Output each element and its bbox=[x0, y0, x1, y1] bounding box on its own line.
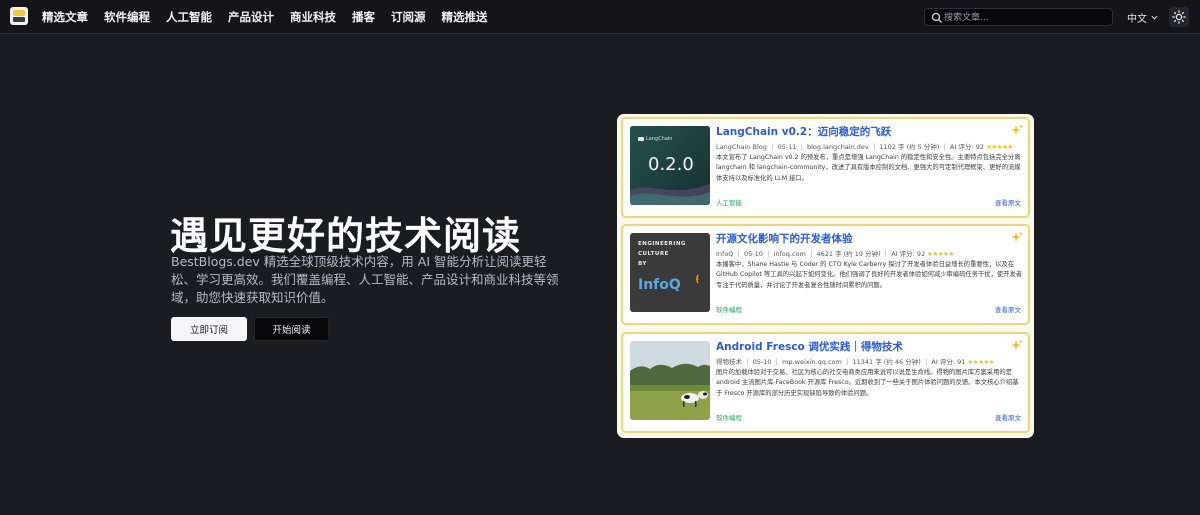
sparkle-icon bbox=[1011, 231, 1023, 242]
article-card[interactable]: Android Fresco 调优实践｜得物技术 得物技术 ｜ 05-10 ｜ … bbox=[621, 332, 1030, 433]
language-selector[interactable]: 中文 bbox=[1127, 10, 1158, 25]
nav-item-business-tech[interactable]: 商业科技 bbox=[290, 9, 336, 25]
article-meta-text: 得物技术 ｜ 05-10 ｜ mp.weixin.qq.com ｜ 11341 … bbox=[716, 358, 968, 366]
subscribe-button[interactable]: 立即订阅 bbox=[171, 317, 247, 341]
article-summary: 图片的加载体验对于交易、社区为核心的社交电商类应用来说可以说是生命线。得物的图片… bbox=[716, 369, 1019, 397]
category-tag[interactable]: 软件编程 bbox=[716, 304, 742, 314]
version-label: 0.2.0 bbox=[648, 154, 694, 175]
theme-toggle-button[interactable] bbox=[1169, 7, 1189, 27]
article-summary: 本播客中，Shane Hastie 与 Coder 的 CTO Kyle Car… bbox=[716, 261, 1023, 289]
article-meta-text: LangChain Blog ｜ 05-11 ｜ blog.langchain.… bbox=[716, 143, 987, 151]
article-title[interactable]: LangChain v0.2：迈向稳定的飞跃 bbox=[716, 124, 891, 139]
sparkle-icon bbox=[1011, 339, 1023, 350]
category-tag[interactable]: 人工智能 bbox=[716, 197, 742, 207]
article-thumbnail: LangChain 0.2.0 bbox=[630, 126, 710, 205]
sparkle-icon bbox=[1011, 124, 1023, 135]
article-meta: InfoQ ｜ 05-10 ｜ infoq.com ｜ 4621 字 (约 19… bbox=[716, 248, 954, 258]
article-meta-text: InfoQ ｜ 05-10 ｜ infoq.com ｜ 4621 字 (约 19… bbox=[716, 250, 928, 258]
article-title[interactable]: Android Fresco 调优实践｜得物技术 bbox=[716, 339, 903, 354]
article-card[interactable]: LangChain 0.2.0 LangChain v0.2：迈向稳定的飞跃 L… bbox=[621, 117, 1030, 218]
langchain-brand-label: LangChain bbox=[646, 136, 673, 142]
nav-item-newsletter[interactable]: 精选推送 bbox=[442, 9, 488, 25]
rating-stars: ★★★★★ bbox=[967, 358, 995, 366]
infoq-logo-text: InfoQ bbox=[638, 277, 681, 293]
article-thumbnail bbox=[630, 341, 710, 420]
search-box bbox=[924, 8, 1113, 26]
category-tag[interactable]: 软件编程 bbox=[716, 412, 742, 422]
rating-stars: ★★★★★ bbox=[986, 143, 1013, 151]
search-icon bbox=[931, 12, 942, 23]
nav-item-programming[interactable]: 软件编程 bbox=[104, 9, 150, 25]
language-label: 中文 bbox=[1127, 14, 1147, 25]
article-meta: LangChain Blog ｜ 05-11 ｜ blog.langchain.… bbox=[716, 141, 1013, 151]
article-summary: 本文宣布了 LangChain v0.2 的预发布，重点是增强 LangChai… bbox=[716, 154, 1021, 182]
hero-title: 遇见更好的技术阅读 bbox=[170, 214, 522, 258]
view-original-link[interactable]: 查看原文 bbox=[995, 197, 1021, 207]
nav-item-ai[interactable]: 人工智能 bbox=[166, 9, 212, 25]
nav-item-podcast[interactable]: 播客 bbox=[352, 9, 375, 25]
engineering-culture-text: ENGINEERING CULTURE BY bbox=[638, 241, 686, 267]
article-thumbnail: ENGINEERING CULTURE BY InfoQ bbox=[630, 233, 710, 312]
cows-field-image bbox=[630, 341, 710, 420]
sun-icon bbox=[1172, 10, 1186, 24]
nav-item-featured[interactable]: 精选文章 bbox=[42, 9, 88, 25]
rss-icon bbox=[696, 274, 699, 284]
search-input[interactable] bbox=[944, 10, 1109, 25]
view-original-link[interactable]: 查看原文 bbox=[995, 412, 1021, 422]
start-reading-button[interactable]: 开始阅读 bbox=[254, 317, 329, 341]
nav-item-feeds[interactable]: 订阅源 bbox=[391, 9, 426, 25]
nav-item-product-design[interactable]: 产品设计 bbox=[228, 9, 274, 25]
article-card[interactable]: ENGINEERING CULTURE BY InfoQ 开源文化影响下的开发者… bbox=[621, 224, 1030, 325]
article-meta: 得物技术 ｜ 05-10 ｜ mp.weixin.qq.com ｜ 11341 … bbox=[716, 356, 995, 366]
article-title[interactable]: 开源文化影响下的开发者体验 bbox=[716, 231, 853, 246]
chevron-down-icon bbox=[1151, 15, 1158, 20]
rating-stars: ★★★★★ bbox=[927, 250, 954, 258]
view-original-link[interactable]: 查看原文 bbox=[995, 304, 1021, 314]
nav-menu: 精选文章 软件编程 人工智能 产品设计 商业科技 播客 订阅源 精选推送 bbox=[42, 0, 504, 34]
top-navbar: 精选文章 软件编程 人工智能 产品设计 商业科技 播客 订阅源 精选推送 中文 bbox=[0, 0, 1200, 34]
hero-description: BestBlogs.dev 精选全球顶级技术内容，用 AI 智能分析让阅读更轻松… bbox=[171, 254, 559, 305]
bestblogs-logo[interactable] bbox=[10, 7, 28, 25]
